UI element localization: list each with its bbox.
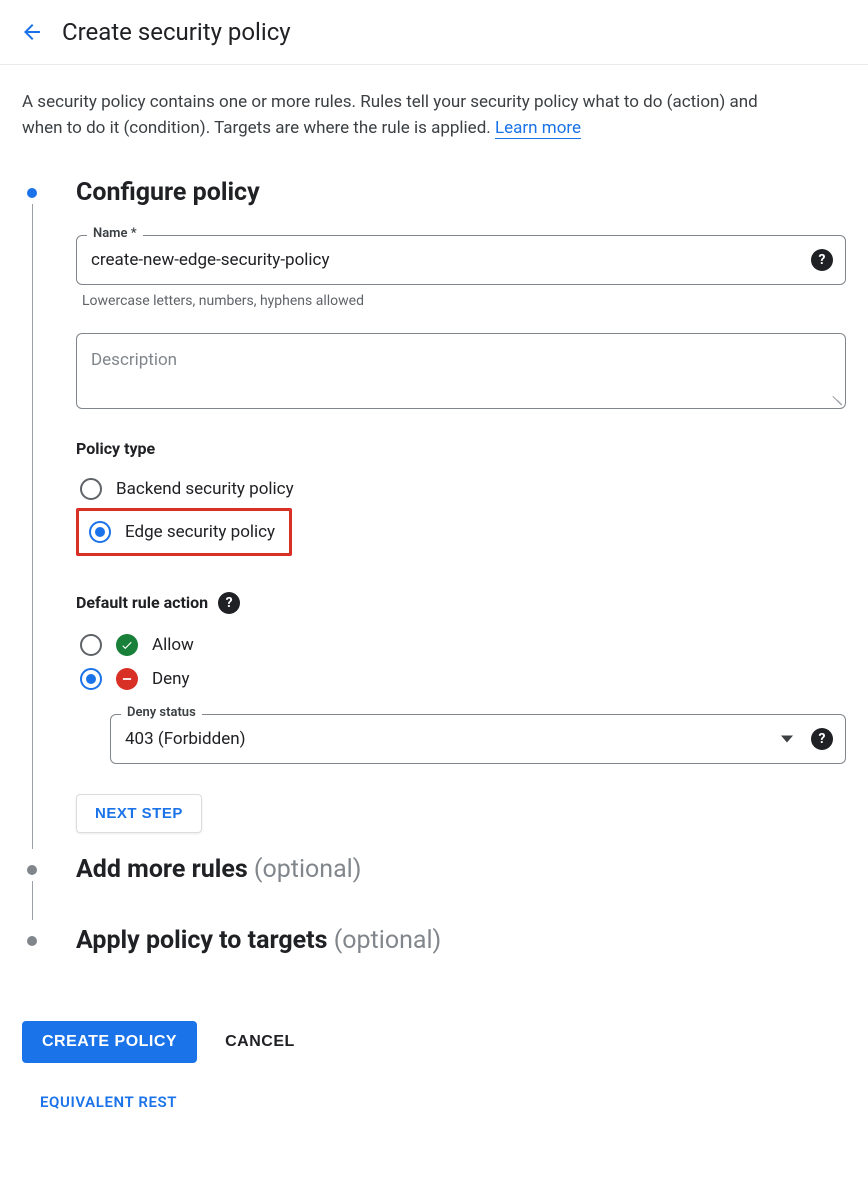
step-heading-add-rules-text: Add more rules <box>76 855 248 884</box>
highlight-edge-option: Edge security policy <box>76 508 292 556</box>
step-connector <box>32 204 33 849</box>
default-rule-action-label: Default rule action ? <box>76 592 846 614</box>
step-configure-policy: Configure policy Name * create-new-edge-… <box>22 178 846 855</box>
radio-selected-icon <box>89 521 111 543</box>
rule-action-deny-label: Deny <box>152 669 190 689</box>
name-field-wrap: Name * create-new-edge-security-policy ? <box>76 235 846 285</box>
description-placeholder: Description <box>91 350 177 370</box>
name-value: create-new-edge-security-policy <box>91 250 329 270</box>
deny-status-value: 403 (Forbidden) <box>125 729 246 749</box>
create-policy-button[interactable]: CREATE POLICY <box>22 1021 197 1063</box>
step-dot-inactive-icon <box>27 865 37 875</box>
radio-icon <box>80 634 102 656</box>
step-dot-inactive-icon <box>27 936 37 946</box>
name-label: Name * <box>87 226 143 241</box>
description-textarea[interactable]: Description <box>76 333 846 409</box>
step-marker <box>22 855 42 926</box>
intro-body: A security policy contains one or more r… <box>22 92 758 138</box>
help-icon[interactable]: ? <box>218 592 240 614</box>
help-icon[interactable]: ? <box>811 249 833 271</box>
name-helper-text: Lowercase letters, numbers, hyphens allo… <box>82 293 846 309</box>
resize-handle-icon[interactable] <box>828 391 842 405</box>
policy-type-edge-option[interactable]: Edge security policy <box>83 515 281 549</box>
deny-status-field-wrap: Deny status 403 (Forbidden) ? <box>110 714 846 764</box>
name-input[interactable]: Name * create-new-edge-security-policy ? <box>76 235 846 285</box>
check-circle-icon <box>116 634 138 656</box>
default-rule-action-text: Default rule action <box>76 593 208 612</box>
step-heading-apply-targets: Apply policy to targets (optional) <box>76 926 846 955</box>
optional-label: (optional) <box>334 926 442 955</box>
main-content: A security policy contains one or more r… <box>0 65 868 1151</box>
chevron-down-icon <box>781 735 793 742</box>
deny-status-label: Deny status <box>121 705 202 720</box>
policy-type-radio-group: Backend security policy Edge security po… <box>76 472 846 574</box>
back-arrow-icon[interactable] <box>20 20 44 44</box>
rule-action-deny-option[interactable]: Deny <box>76 662 846 696</box>
page-title: Create security policy <box>62 18 291 46</box>
step-heading-apply-targets-text: Apply policy to targets <box>76 926 327 955</box>
step-connector <box>32 881 33 920</box>
radio-icon <box>80 478 102 500</box>
step-apply-targets[interactable]: Apply policy to targets (optional) <box>22 926 846 997</box>
step-add-more-rules[interactable]: Add more rules (optional) <box>22 855 846 926</box>
optional-label: (optional) <box>254 855 362 884</box>
default-rule-radio-group: Allow Deny <box>76 628 846 696</box>
policy-type-label: Policy type <box>76 439 846 458</box>
deny-status-select[interactable]: Deny status 403 (Forbidden) ? <box>110 714 846 764</box>
policy-type-edge-label: Edge security policy <box>125 522 275 542</box>
page-header: Create security policy <box>0 0 868 65</box>
rule-action-allow-label: Allow <box>152 635 194 655</box>
step-marker <box>22 926 42 997</box>
policy-type-backend-label: Backend security policy <box>116 479 294 499</box>
step-heading-configure: Configure policy <box>76 178 846 207</box>
step-heading-add-rules: Add more rules (optional) <box>76 855 846 884</box>
learn-more-link[interactable]: Learn more <box>495 118 581 139</box>
cancel-button[interactable]: CANCEL <box>225 1033 295 1051</box>
help-icon[interactable]: ? <box>811 728 833 750</box>
equivalent-rest-link[interactable]: EQUIVALENT REST <box>40 1093 846 1111</box>
next-step-button[interactable]: NEXT STEP <box>76 794 202 833</box>
rule-action-allow-option[interactable]: Allow <box>76 628 846 662</box>
step-dot-active-icon <box>27 188 37 198</box>
footer-actions: CREATE POLICY CANCEL <box>22 1021 846 1063</box>
radio-selected-icon <box>80 668 102 690</box>
stepper: Configure policy Name * create-new-edge-… <box>22 178 846 997</box>
policy-type-backend-option[interactable]: Backend security policy <box>76 472 846 506</box>
deny-circle-icon <box>116 668 138 690</box>
intro-text: A security policy contains one or more r… <box>22 89 782 142</box>
step-marker <box>22 178 42 855</box>
